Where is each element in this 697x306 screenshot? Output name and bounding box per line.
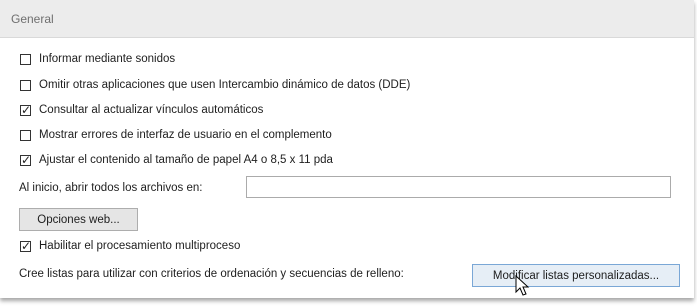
option-label: Omitir otras aplicaciones que usen Inter…	[39, 79, 411, 91]
section-header: General	[0, 0, 694, 38]
option-label: Ajustar el contenido al tamaño de papel …	[39, 154, 333, 166]
checkbox-update-links[interactable]: ✓	[20, 102, 32, 117]
mouse-pointer-icon	[515, 275, 530, 296]
option-addin-errors[interactable]: Mostrar errores de interfaz de usuario e…	[20, 127, 332, 143]
option-multithread[interactable]: ✓ Habilitar el procesamiento multiproces…	[20, 238, 240, 254]
option-sounds[interactable]: Informar mediante sonidos	[20, 51, 175, 67]
custom-lists-label: Cree listas para utilizar con criterios …	[19, 268, 404, 280]
option-label: Habilitar el procesamiento multiproceso	[39, 240, 241, 252]
web-options-button[interactable]: Opciones web...	[19, 208, 138, 231]
check-icon: ✓	[21, 152, 32, 167]
checkbox-paper-size[interactable]: ✓	[20, 152, 32, 167]
check-icon: ✓	[21, 102, 32, 117]
option-ignore-dde[interactable]: Omitir otras aplicaciones que usen Inter…	[20, 77, 410, 93]
section-title: General	[11, 12, 54, 26]
option-label: Informar mediante sonidos	[39, 53, 176, 65]
option-label: Consultar al actualizar vínculos automát…	[39, 104, 264, 116]
options-panel: General Informar mediante sonidos Omitir…	[0, 0, 694, 298]
startup-folder-label: Al inicio, abrir todos los archivos en:	[19, 182, 203, 194]
startup-folder-input[interactable]	[246, 176, 671, 198]
checkbox-addin-errors[interactable]	[20, 129, 31, 141]
option-label: Mostrar errores de interfaz de usuario e…	[39, 129, 332, 141]
check-icon: ✓	[21, 238, 32, 253]
checkbox-multithread[interactable]: ✓	[20, 238, 32, 253]
checkbox-ignore-dde[interactable]	[20, 79, 31, 91]
edit-custom-lists-button[interactable]: Modificar listas personalizadas...	[472, 264, 680, 287]
option-paper-size[interactable]: ✓ Ajustar el contenido al tamaño de pape…	[20, 152, 333, 168]
option-update-links[interactable]: ✓ Consultar al actualizar vínculos autom…	[20, 102, 263, 118]
checkbox-sounds[interactable]	[20, 53, 31, 65]
